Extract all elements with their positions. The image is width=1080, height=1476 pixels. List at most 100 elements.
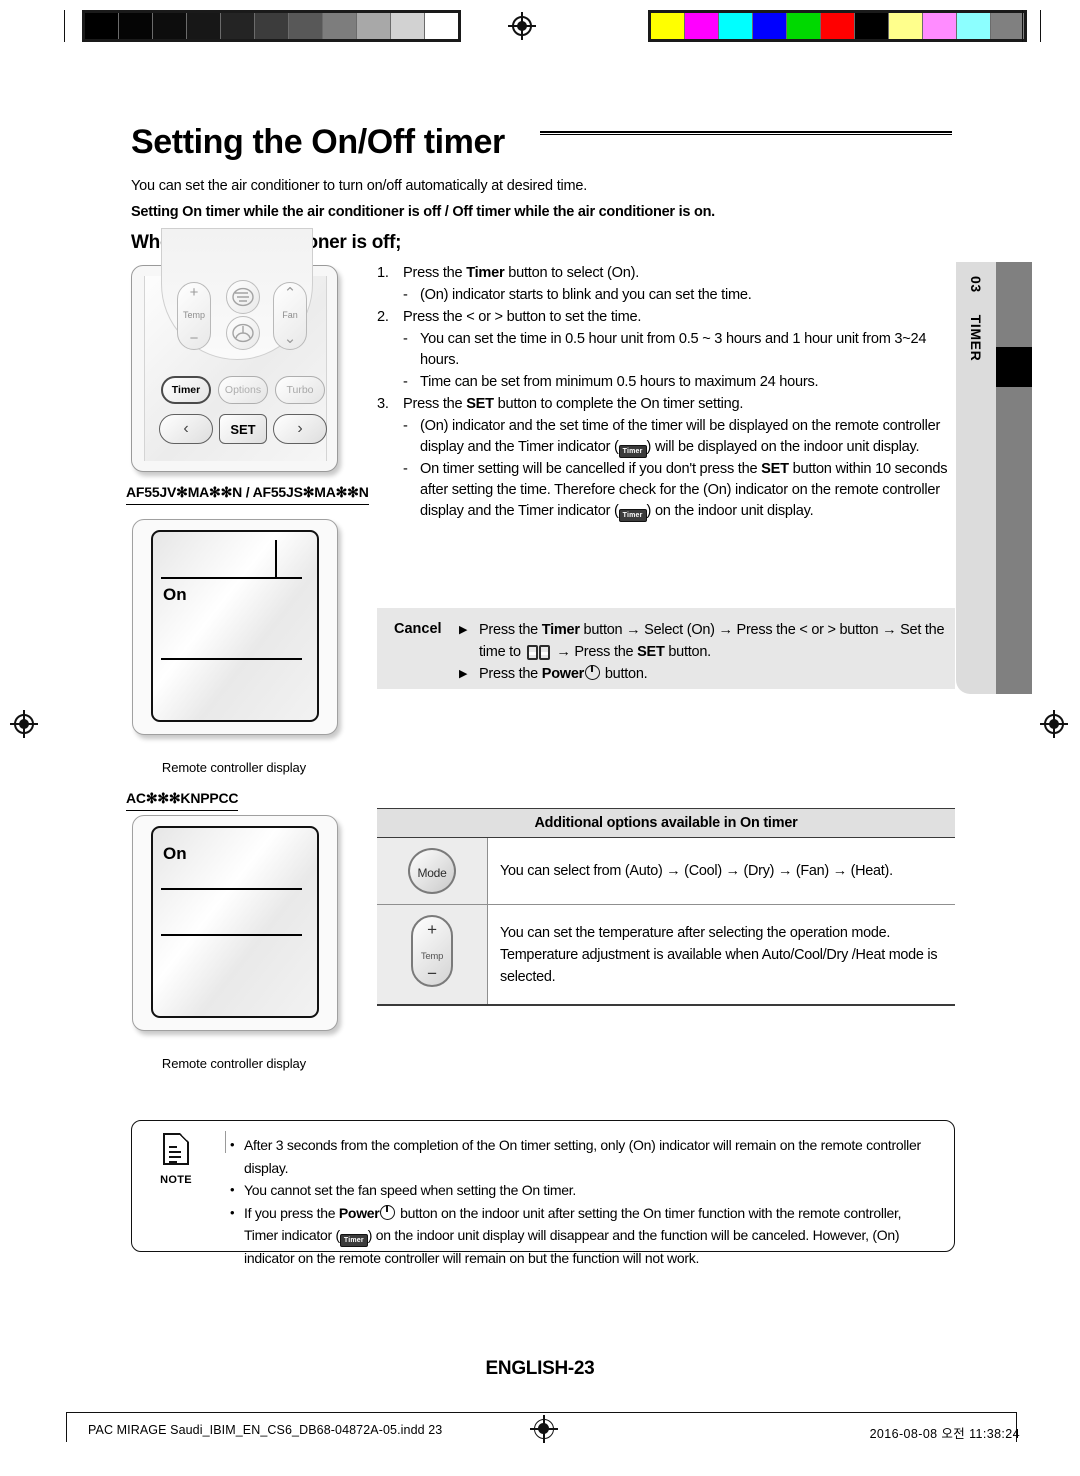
display-caption-1: Remote controller display bbox=[161, 760, 307, 775]
registration-mark-right bbox=[1040, 710, 1068, 738]
timer-indicator-icon: Timer bbox=[339, 1234, 368, 1247]
subhead-text: Setting On timer while the air condition… bbox=[131, 204, 715, 220]
bullet-icon: • bbox=[230, 1182, 235, 1197]
document-icon bbox=[163, 1133, 189, 1165]
fan-button[interactable]: ⌃ Fan ⌄ bbox=[273, 282, 307, 350]
note-item-1: • After 3 seconds from the completion of… bbox=[230, 1134, 938, 1179]
options-button[interactable]: Options bbox=[218, 376, 268, 404]
display1-tick bbox=[275, 540, 277, 578]
display2-line-top bbox=[161, 888, 302, 890]
substep-1a: - (On) indicator starts to blink and you… bbox=[403, 285, 955, 306]
bullet-icon: • bbox=[230, 1204, 235, 1220]
timer-indicator-icon: Timer bbox=[618, 445, 647, 458]
temp-button-icon: + Temp − bbox=[411, 915, 453, 987]
model-label-1: AF55JV✻MA✻✻N / AF55JS✻MA✻✻N bbox=[126, 484, 369, 505]
left-trim-rule bbox=[64, 10, 65, 42]
footer-filename: PAC MIRAGE Saudi_IBIM_EN_CS6_DB68-04872A… bbox=[88, 1423, 443, 1437]
substep-3b-text: On timer setting will be cancelled if yo… bbox=[420, 459, 955, 522]
dash-bullet: - bbox=[403, 418, 408, 434]
step-2-text: Press the < or > button to set the time. bbox=[403, 309, 642, 325]
set-button[interactable]: SET bbox=[219, 414, 267, 444]
right-arrow-button[interactable]: › bbox=[273, 414, 327, 444]
temp-button[interactable]: + Temp − bbox=[177, 282, 211, 350]
options-table-header: Additional options available in On timer bbox=[377, 808, 955, 838]
airflow-icon bbox=[232, 323, 254, 343]
dash-bullet: - bbox=[403, 374, 408, 390]
chapter-number: 03 bbox=[968, 276, 984, 293]
display1-on-label: On bbox=[163, 585, 187, 604]
additional-options-table: Additional options available in On timer… bbox=[377, 808, 955, 1006]
step-1: 1. Press the Timer button to select (On)… bbox=[377, 263, 955, 284]
substep-2a: - You can set the time in 0.5 hour unit … bbox=[403, 329, 955, 371]
right-trim-rule-1 bbox=[1022, 10, 1023, 42]
registration-mark-top bbox=[508, 12, 536, 40]
minus-icon: − bbox=[189, 330, 199, 347]
note-item-1-text: After 3 seconds from the completion of t… bbox=[244, 1137, 921, 1176]
power-icon bbox=[585, 665, 601, 680]
instruction-steps: 1. Press the Timer button to select (On)… bbox=[377, 263, 955, 523]
substep-2b-text: Time can be set from minimum 0.5 hours t… bbox=[420, 374, 819, 390]
grayscale-calibration-bar bbox=[82, 10, 461, 42]
note-icon-group: NOTE bbox=[149, 1133, 203, 1186]
temp-description-cell: You can set the temperature after select… bbox=[487, 904, 955, 1006]
turbo-button[interactable]: Turbo bbox=[275, 376, 325, 404]
step-3-number: 3. bbox=[377, 396, 389, 412]
remote-display-illustration-2: On bbox=[132, 815, 338, 1031]
footer-rule bbox=[66, 1412, 1016, 1413]
step-2: 2. Press the < or > button to set the ti… bbox=[377, 307, 955, 328]
temp-icon-cell: + Temp − bbox=[377, 904, 488, 1006]
timer-indicator-icon: Timer bbox=[618, 509, 647, 522]
substep-3a-text: (On) indicator and the set time of the t… bbox=[420, 416, 955, 458]
air-swing-icon bbox=[232, 287, 254, 307]
chevron-down-icon: ⌄ bbox=[283, 330, 297, 347]
intro-text: You can set the air conditioner to turn … bbox=[131, 178, 588, 194]
mode-icon-cell: Mode bbox=[377, 837, 488, 905]
footer-left-tick bbox=[66, 1412, 67, 1442]
plus-icon: + bbox=[189, 284, 199, 301]
cancel-row-1-text: Press the Timer button → Select (On) → P… bbox=[479, 619, 945, 667]
substep-3a: - (On) indicator and the set time of the… bbox=[403, 416, 955, 458]
cancel-label: Cancel bbox=[394, 621, 442, 637]
note-item-3-text: If you press the Power button on the ind… bbox=[244, 1204, 902, 1266]
temp-description-line-1: You can set the temperature after select… bbox=[500, 924, 891, 941]
dash-bullet: - bbox=[403, 461, 408, 477]
step-2-number: 2. bbox=[377, 309, 389, 325]
registration-mark-left bbox=[10, 710, 38, 738]
chapter-tab-gray-bar bbox=[996, 262, 1032, 694]
power-icon bbox=[380, 1204, 396, 1220]
cancel-row-2-text: Press the Power button. bbox=[479, 665, 648, 682]
temp-description-line-2: Temperature adjustment is available when… bbox=[500, 946, 938, 985]
substep-1a-text: (On) indicator starts to blink and you c… bbox=[420, 287, 752, 303]
airflow-button[interactable] bbox=[226, 316, 260, 350]
step-1-text: Press the Timer button to select (On). bbox=[403, 265, 640, 281]
cancel-row-1: ▶ Press the Timer button → Select (On) →… bbox=[459, 619, 945, 667]
swing-button[interactable] bbox=[226, 280, 260, 314]
mode-description-cell: You can select from (Auto) → (Cool) → (D… bbox=[487, 837, 955, 905]
footer-registration-mark bbox=[530, 1415, 558, 1443]
display1-line-top bbox=[161, 577, 302, 579]
step-1-number: 1. bbox=[377, 265, 389, 281]
note-item-2: • You cannot set the fan speed when sett… bbox=[230, 1179, 938, 1202]
display2-line-bottom bbox=[161, 934, 302, 936]
substep-2a-text: You can set the time in 0.5 hour unit fr… bbox=[420, 331, 927, 368]
minus-icon: − bbox=[427, 964, 437, 983]
note-list: • After 3 seconds from the completion of… bbox=[230, 1134, 938, 1270]
document-icon-lines bbox=[169, 1146, 183, 1166]
left-arrow-button[interactable]: ‹ bbox=[159, 414, 213, 444]
triangle-bullet-icon: ▶ bbox=[459, 668, 468, 680]
chapter-label: TIMER bbox=[968, 314, 984, 362]
triangle-bullet-icon: ▶ bbox=[459, 624, 468, 636]
substep-2b: - Time can be set from minimum 0.5 hours… bbox=[403, 372, 955, 393]
step-3-text: Press the SET button to complete the On … bbox=[403, 396, 744, 412]
manual-page: Setting the On/Off timer You can set the… bbox=[0, 0, 1080, 1476]
timer-button[interactable]: Timer bbox=[161, 376, 211, 404]
color-calibration-bar bbox=[648, 10, 1027, 42]
note-box: NOTE • After 3 seconds from the completi… bbox=[131, 1120, 955, 1266]
plus-icon: + bbox=[427, 920, 437, 939]
chevron-up-icon: ⌃ bbox=[283, 285, 297, 302]
display-caption-2: Remote controller display bbox=[161, 1056, 307, 1071]
table-row: + Temp − You can set the temperature aft… bbox=[377, 904, 955, 1006]
cancel-row-2: ▶ Press the Power button. bbox=[459, 663, 789, 685]
table-row: Mode You can select from (Auto) → (Cool)… bbox=[377, 837, 955, 905]
chapter-tab-marker bbox=[996, 347, 1032, 387]
